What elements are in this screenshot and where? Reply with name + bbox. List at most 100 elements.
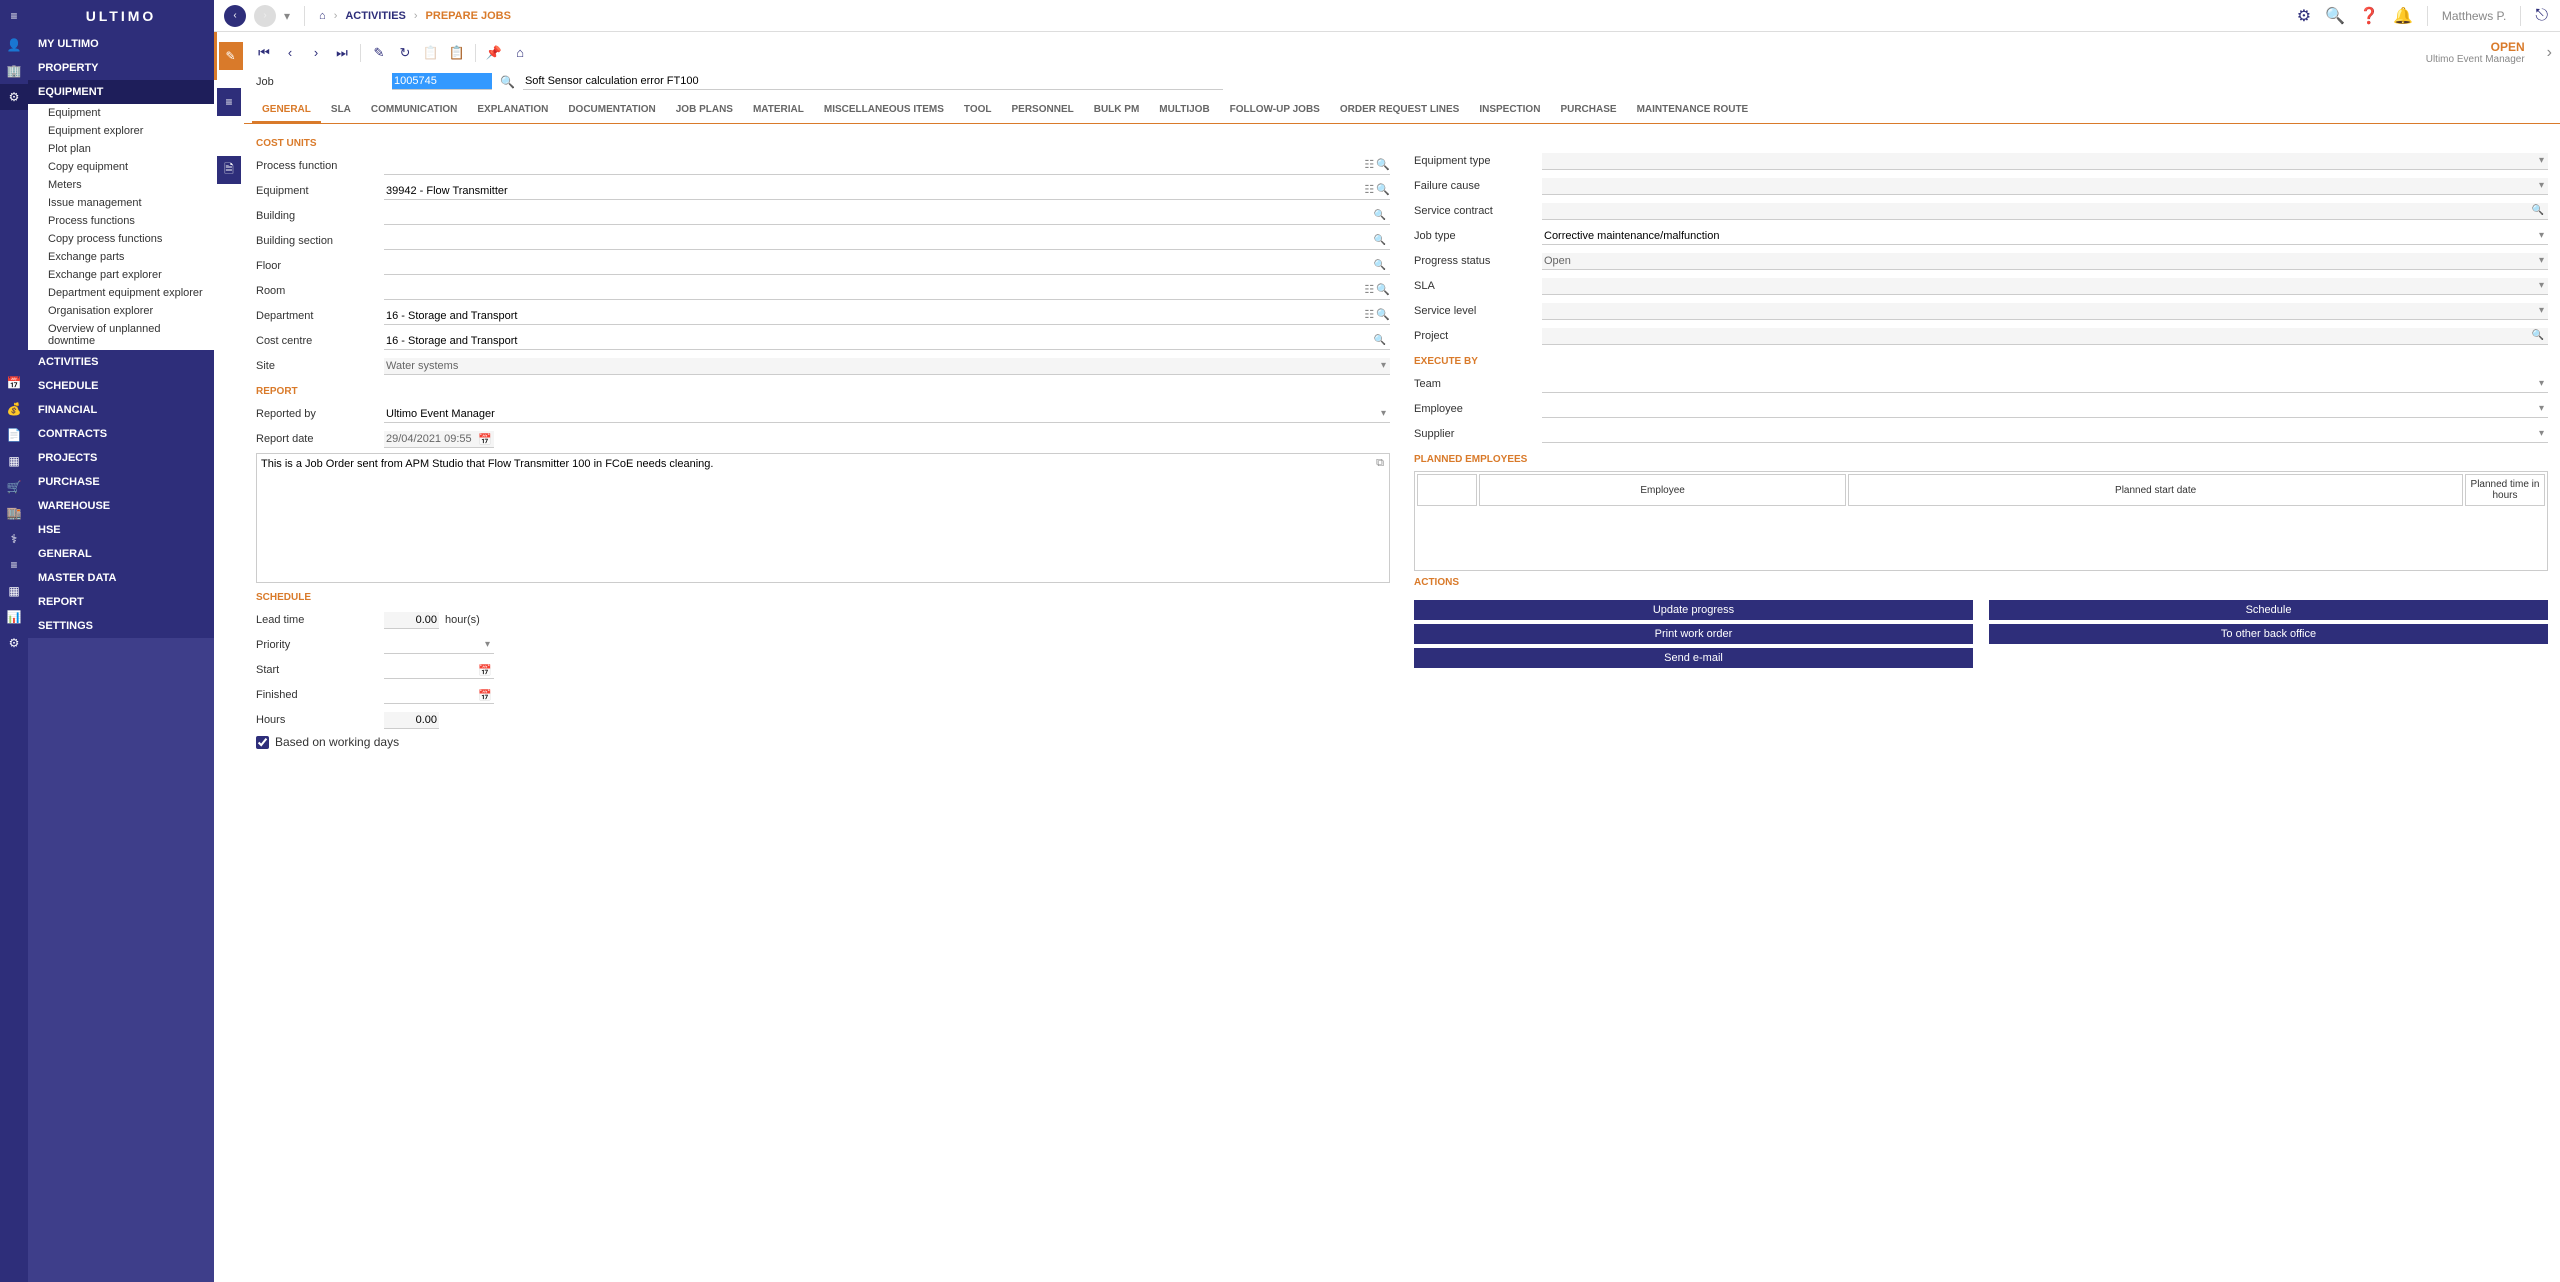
rail-icon-14[interactable]: 📊 [0, 604, 28, 630]
nav-dropdown[interactable]: ▾ [284, 9, 290, 23]
job-id-input[interactable] [392, 73, 492, 90]
paste-button[interactable]: 📋 [445, 41, 469, 65]
sidebar-financial[interactable]: FINANCIAL [28, 398, 214, 422]
update-progress-button[interactable]: Update progress [1414, 600, 1973, 620]
report-text-area[interactable] [256, 453, 1390, 583]
tab-explanation[interactable]: EXPLANATION [467, 98, 558, 123]
sidebar-item-organisation-explorer[interactable]: Organisation explorer [28, 302, 214, 320]
tab-purchase[interactable]: PURCHASE [1550, 98, 1626, 123]
job-desc-input[interactable] [523, 73, 1223, 90]
home-icon[interactable]: ⌂ [319, 10, 326, 22]
calendar-icon[interactable]: 📅 [478, 433, 492, 446]
rail-icon-0[interactable]: 👤 [0, 32, 28, 58]
rail-icon-7[interactable]: 📄 [0, 422, 28, 448]
search-icon[interactable]: 🔍 [1376, 183, 1390, 196]
schedule-button[interactable]: Schedule [1989, 600, 2548, 620]
tab-tool[interactable]: TOOL [954, 98, 1002, 123]
sidebar-purchase[interactable]: PURCHASE [28, 470, 214, 494]
sidebar-item-department-equipment-explorer[interactable]: Department equipment explorer [28, 284, 214, 302]
service-contract-input[interactable] [1542, 203, 2548, 220]
team-input[interactable] [1542, 376, 2548, 393]
equipment-input[interactable] [384, 183, 1390, 200]
gear-icon[interactable]: ⚙ [2297, 6, 2311, 26]
pin-button[interactable]: 📌 [482, 41, 506, 65]
tab-inspection[interactable]: INSPECTION [1469, 98, 1550, 123]
rail-icon-13[interactable]: ▦ [0, 578, 28, 604]
sidebar-item-exchange-part-explorer[interactable]: Exchange part explorer [28, 266, 214, 284]
popout-icon[interactable]: ⧉ [1376, 457, 1384, 470]
calendar-icon[interactable]: 📅 [478, 664, 492, 677]
status-expand-icon[interactable]: › [2547, 44, 2552, 62]
sidebar-property[interactable]: PROPERTY [28, 56, 214, 80]
sidebar-item-process-functions[interactable]: Process functions [28, 212, 214, 230]
supplier-input[interactable] [1542, 426, 2548, 443]
equipment-type-input[interactable] [1542, 153, 2548, 170]
tab-bulk-pm[interactable]: BULK PM [1084, 98, 1150, 123]
logout-icon[interactable]: ⎋ [2535, 7, 2548, 25]
breadcrumb-prepare-jobs[interactable]: PREPARE JOBS [426, 10, 511, 22]
search-icon[interactable]: 🔍 [1376, 158, 1390, 171]
job-type-input[interactable] [1542, 228, 2548, 245]
copy-button[interactable]: 📋 [419, 41, 443, 65]
rail-button-history[interactable]: 🗎 [217, 156, 241, 184]
progress-status-input[interactable] [1542, 253, 2548, 270]
rail-icon-8[interactable]: ▦ [0, 448, 28, 474]
sidebar-settings[interactable]: SETTINGS [28, 614, 214, 638]
department-input[interactable] [384, 308, 1390, 325]
username[interactable]: Matthews P. [2427, 6, 2521, 26]
next-record-button[interactable]: › [304, 41, 328, 65]
sidebar-projects[interactable]: PROJECTS [28, 446, 214, 470]
failure-cause-input[interactable] [1542, 178, 2548, 195]
sidebar-activities[interactable]: ACTIVITIES [28, 350, 214, 374]
tab-material[interactable]: MATERIAL [743, 98, 814, 123]
search-icon[interactable]: 🔍 [1376, 283, 1390, 296]
sidebar-item-equipment[interactable]: Equipment [28, 104, 214, 122]
edit-button[interactable]: ✎ [367, 41, 391, 65]
prev-record-button[interactable]: ‹ [278, 41, 302, 65]
search-icon[interactable]: 🔍 [1376, 308, 1390, 321]
rail-icon-5[interactable]: 📅 [0, 370, 28, 396]
send-email-button[interactable]: Send e-mail [1414, 648, 1973, 668]
sidebar-item-copy-equipment[interactable]: Copy equipment [28, 158, 214, 176]
sidebar-contracts[interactable]: CONTRACTS [28, 422, 214, 446]
last-record-button[interactable]: ⏭ [330, 41, 354, 65]
sidebar-general[interactable]: GENERAL [28, 542, 214, 566]
tab-personnel[interactable]: PERSONNEL [1002, 98, 1084, 123]
rail-icon-2[interactable]: ⚙ [0, 84, 28, 110]
tab-general[interactable]: GENERAL [252, 98, 321, 123]
building-input[interactable] [384, 208, 1390, 225]
calendar-icon[interactable]: 📅 [478, 689, 492, 702]
working-days-checkbox[interactable] [256, 736, 269, 749]
help-icon[interactable]: ❓ [2359, 6, 2379, 26]
lead-time-input[interactable] [384, 612, 439, 629]
sla-input[interactable] [1542, 278, 2548, 295]
project-input[interactable] [1542, 328, 2548, 345]
building-section-input[interactable] [384, 233, 1390, 250]
tab-order-request-lines[interactable]: ORDER REQUEST LINES [1330, 98, 1469, 123]
rail-icon-12[interactable]: ≡ [0, 552, 28, 578]
bell-icon[interactable]: 🔔 [2393, 6, 2413, 26]
sidebar-item-meters[interactable]: Meters [28, 176, 214, 194]
floor-input[interactable] [384, 258, 1390, 275]
print-work-order-button[interactable]: Print work order [1414, 624, 1973, 644]
tab-maintenance-route[interactable]: MAINTENANCE ROUTE [1627, 98, 1759, 123]
home-button[interactable]: ⌂ [508, 41, 532, 65]
sidebar-my-ultimo[interactable]: MY ULTIMO [28, 32, 214, 56]
hours-input[interactable] [384, 712, 439, 729]
sidebar-item-plot-plan[interactable]: Plot plan [28, 140, 214, 158]
to-other-back-office-button[interactable]: To other back office [1989, 624, 2548, 644]
sidebar-item-copy-process-functions[interactable]: Copy process functions [28, 230, 214, 248]
tab-job-plans[interactable]: JOB PLANS [666, 98, 743, 123]
site-input[interactable] [384, 358, 1390, 375]
rail-icon-6[interactable]: 💰 [0, 396, 28, 422]
tree-icon[interactable]: ☷ [1364, 283, 1374, 296]
rail-icon-15[interactable]: ⚙ [0, 630, 28, 656]
tab-multijob[interactable]: MULTIJOB [1149, 98, 1219, 123]
sidebar-warehouse[interactable]: WAREHOUSE [28, 494, 214, 518]
rail-button-list[interactable]: ≡ [217, 88, 241, 116]
sidebar-report[interactable]: REPORT [28, 590, 214, 614]
service-level-input[interactable] [1542, 303, 2548, 320]
room-input[interactable] [384, 283, 1390, 300]
nav-back-button[interactable]: ‹ [224, 5, 246, 27]
rail-icon-1[interactable]: 🏢 [0, 58, 28, 84]
